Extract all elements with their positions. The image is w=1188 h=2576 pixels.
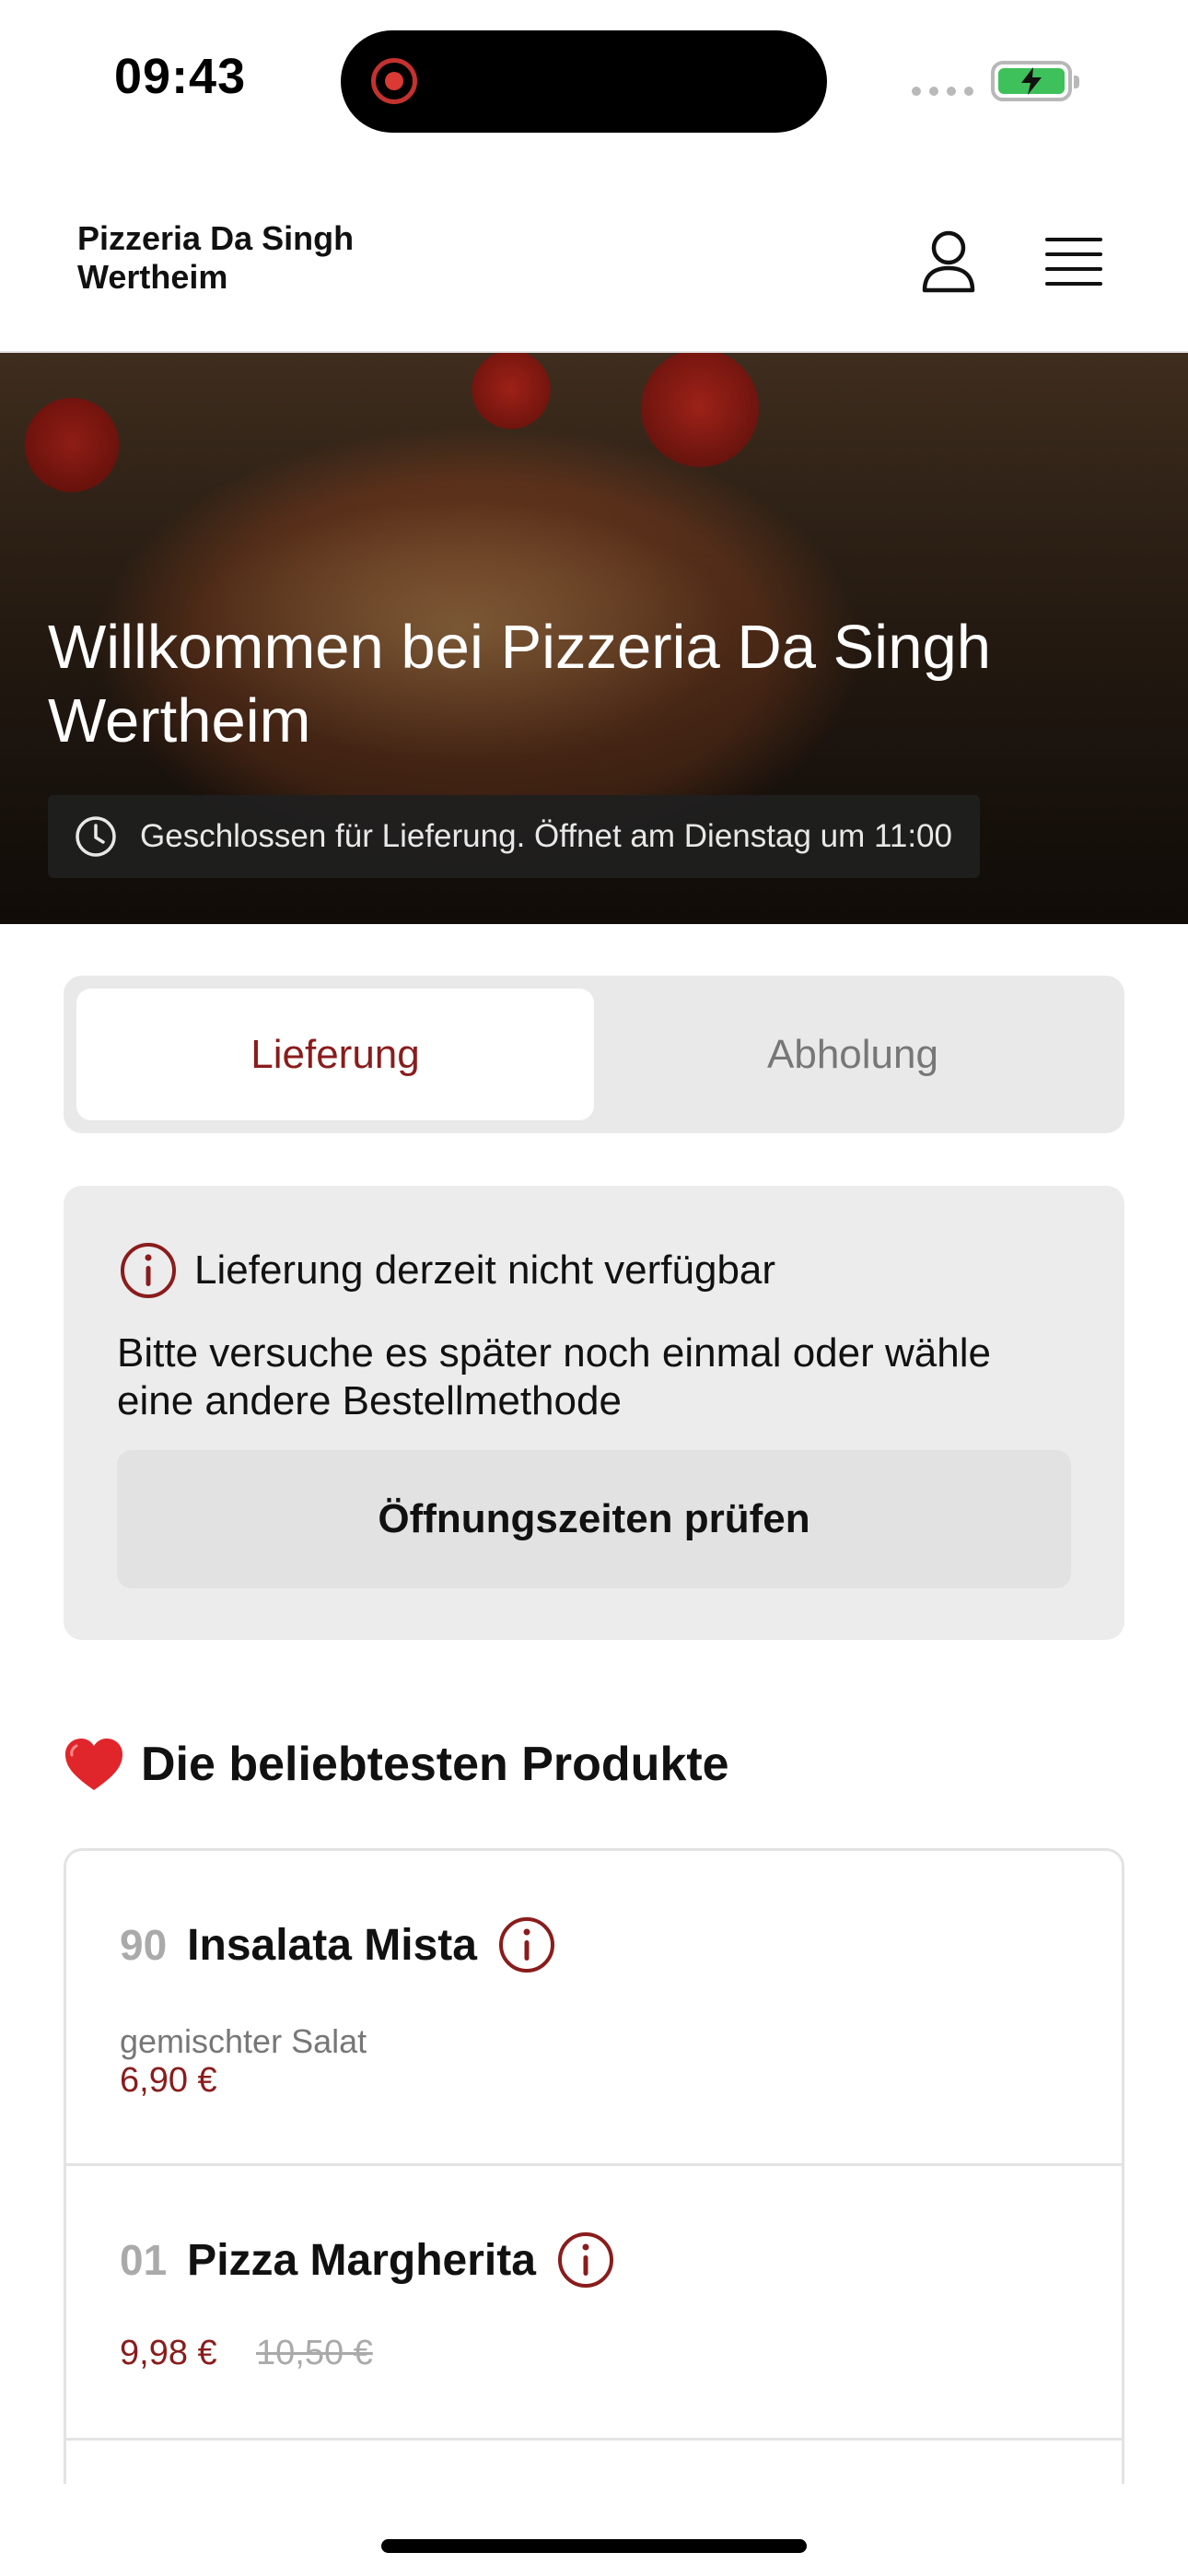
brand-line-1: Pizzeria Da Singh: [77, 219, 355, 257]
tab-pickup[interactable]: Abholung: [594, 989, 1112, 1120]
popular-products-list: 90 Insalata Mista gemischter Salat 6,90 …: [64, 1848, 1124, 2484]
notice-message-line-2: eine andere Bestellmethode: [117, 1378, 622, 1423]
product-number: 01: [120, 2236, 168, 2284]
product-old-price: 10,50 €: [256, 2334, 373, 2372]
brand-line-2: Wertheim: [77, 258, 228, 296]
welcome-title-line-1: Willkommen bei Pizzeria Da Singh: [48, 613, 991, 682]
tab-delivery[interactable]: Lieferung: [76, 989, 594, 1120]
home-indicator[interactable]: [381, 2539, 807, 2553]
clock-icon: [76, 816, 116, 857]
product-number: 90: [120, 1921, 168, 1969]
account-button[interactable]: [912, 225, 985, 299]
hamburger-menu-icon: [1045, 238, 1102, 286]
product-info-icon[interactable]: [497, 1915, 556, 1974]
notice-title: Lieferung derzeit nicht verfügbar: [194, 1247, 776, 1293]
notice-message-line-1: Bitte versuche es später noch einmal ode…: [117, 1330, 991, 1376]
product-price: 6,90 €: [120, 2061, 217, 2100]
delivery-unavailable-notice: Lieferung derzeit nicht verfügbar Bitte …: [64, 1186, 1124, 1640]
product-card[interactable]: 01 Pizza Margherita 9,98 € 10,50 €: [66, 2166, 1122, 2441]
product-info-icon[interactable]: [556, 2231, 615, 2289]
hero-banner: Willkommen bei Pizzeria Da Singh Werthei…: [0, 353, 1188, 924]
notice-message: Bitte versuche es später noch einmal ode…: [117, 1329, 1093, 1425]
product-name: Insalata Mista: [187, 1920, 477, 1970]
app-header: Pizzeria Da Singh Wertheim: [0, 157, 1188, 353]
product-header: 01 Pizza Margherita: [120, 2231, 615, 2289]
opening-status-text: Geschlossen für Lieferung. Öffnet am Die…: [140, 818, 952, 854]
check-opening-hours-button[interactable]: Öffnungszeiten prüfen: [117, 1450, 1071, 1588]
status-time: 09:43: [114, 49, 247, 104]
order-method-tabs: Lieferung Abholung: [64, 976, 1124, 1133]
restaurant-name[interactable]: Pizzeria Da Singh Wertheim: [77, 219, 538, 297]
opening-status-badge: Geschlossen für Lieferung. Öffnet am Die…: [48, 795, 980, 878]
dynamic-island: [341, 30, 827, 133]
red-heart-icon: [65, 1739, 122, 1790]
user-icon: [922, 230, 975, 293]
welcome-title-line-2: Wertheim: [48, 686, 311, 755]
popular-products-title: Die beliebtesten Produkte: [141, 1738, 729, 1791]
product-description: gemischter Salat: [120, 2022, 367, 2060]
cellular-signal-icon: [912, 87, 973, 96]
popular-products-heading: Die beliebtesten Produkte: [64, 1737, 729, 1792]
welcome-title: Willkommen bei Pizzeria Da Singh Werthei…: [48, 611, 1153, 758]
product-price: 9,98 €: [120, 2334, 217, 2372]
product-name: Pizza Margherita: [187, 2235, 536, 2285]
product-header: 90 Insalata Mista: [120, 1915, 556, 1974]
info-circle-icon: [121, 1243, 176, 1298]
status-bar: 09:43: [0, 0, 1188, 157]
screen-recording-icon: [371, 58, 417, 104]
product-card[interactable]: 90 Insalata Mista gemischter Salat 6,90 …: [66, 1851, 1122, 2166]
notice-header: Lieferung derzeit nicht verfügbar: [119, 1241, 775, 1300]
charging-bolt-icon: [1021, 67, 1042, 95]
menu-button[interactable]: [1037, 225, 1111, 299]
battery-icon: [991, 61, 1079, 101]
